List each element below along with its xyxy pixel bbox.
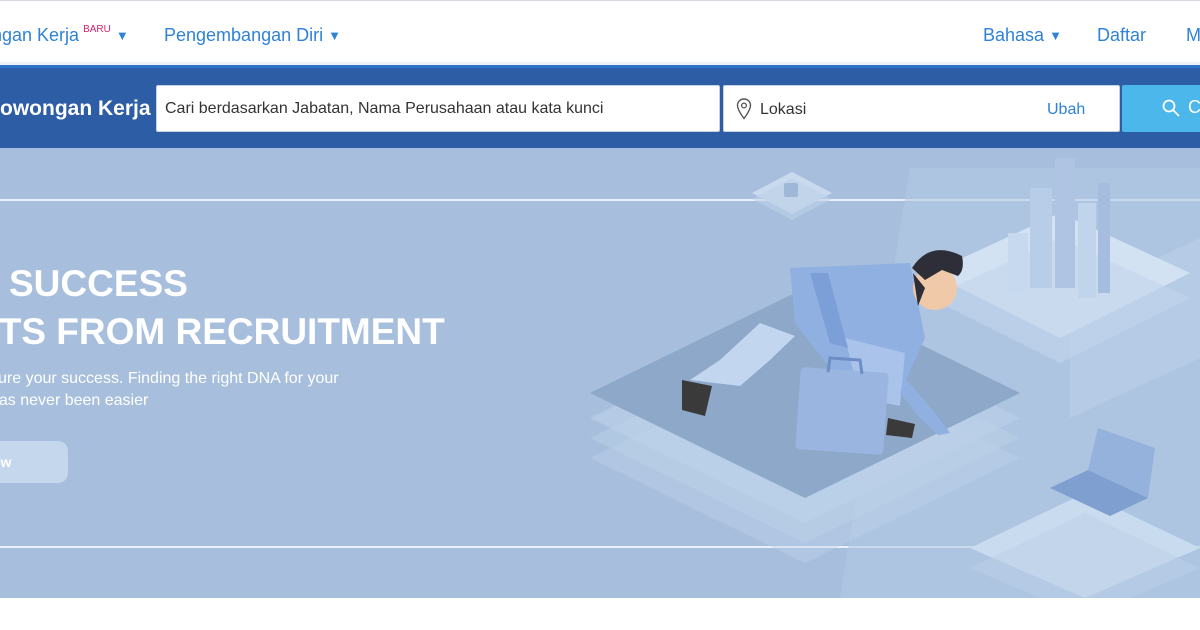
- new-badge: BARU: [83, 24, 111, 35]
- change-location-link[interactable]: Ubah: [1047, 101, 1085, 119]
- nav-self-development-menu[interactable]: Pengembangan Diri ▼: [164, 25, 341, 46]
- hero-cta-button[interactable]: ow: [0, 441, 68, 483]
- caret-down-icon: ▼: [115, 28, 129, 43]
- nav-login-link[interactable]: M: [1186, 25, 1200, 46]
- location-placeholder: Lokasi: [760, 101, 807, 118]
- nav-language-menu[interactable]: Bahasa ▼: [983, 25, 1062, 46]
- nav-jobs-label: ngan Kerja: [0, 25, 80, 45]
- nav-self-development-label: Pengembangan Diri: [164, 25, 324, 45]
- search-bar-title: owongan Kerja: [0, 97, 151, 120]
- search-button[interactable]: C: [1122, 85, 1200, 132]
- hero-subtext: sure your success. Finding the right DNA…: [0, 368, 339, 412]
- caret-down-icon: ▼: [328, 28, 341, 43]
- hero-headline-line-2: RTS FROM RECRUITMENT: [0, 311, 445, 352]
- nav-jobs-menu[interactable]: ngan Kerja BARU ▼: [0, 24, 129, 46]
- keyword-search-input[interactable]: Cari berdasarkan Jabatan, Nama Perusahaa…: [156, 85, 720, 132]
- search-icon: [1162, 99, 1180, 117]
- hero-subtext-line-1: sure your success. Finding the right DNA…: [0, 370, 339, 387]
- location-search-input[interactable]: Lokasi Ubah: [723, 85, 1120, 132]
- top-navigation: ngan Kerja BARU ▼ Pengembangan Diri ▼ Bahas…: [0, 0, 1200, 65]
- search-button-label: C: [1188, 97, 1200, 117]
- caret-down-icon: ▼: [1049, 28, 1062, 43]
- hero-subtext-line-2: has never been easier: [0, 392, 149, 409]
- hero-headline: R SUCCESS RTS FROM RECRUITMENT: [0, 260, 445, 356]
- location-pin-icon: [736, 98, 752, 120]
- job-search-bar: owongan Kerja Cari berdasarkan Jabatan, …: [0, 65, 1200, 148]
- hero-banner: R SUCCESS RTS FROM RECRUITMENT sure your…: [0, 148, 1200, 598]
- nav-language-label: Bahasa: [983, 25, 1045, 45]
- hero-headline-line-1: R SUCCESS: [0, 263, 188, 304]
- nav-register-link[interactable]: Daftar: [1097, 25, 1146, 46]
